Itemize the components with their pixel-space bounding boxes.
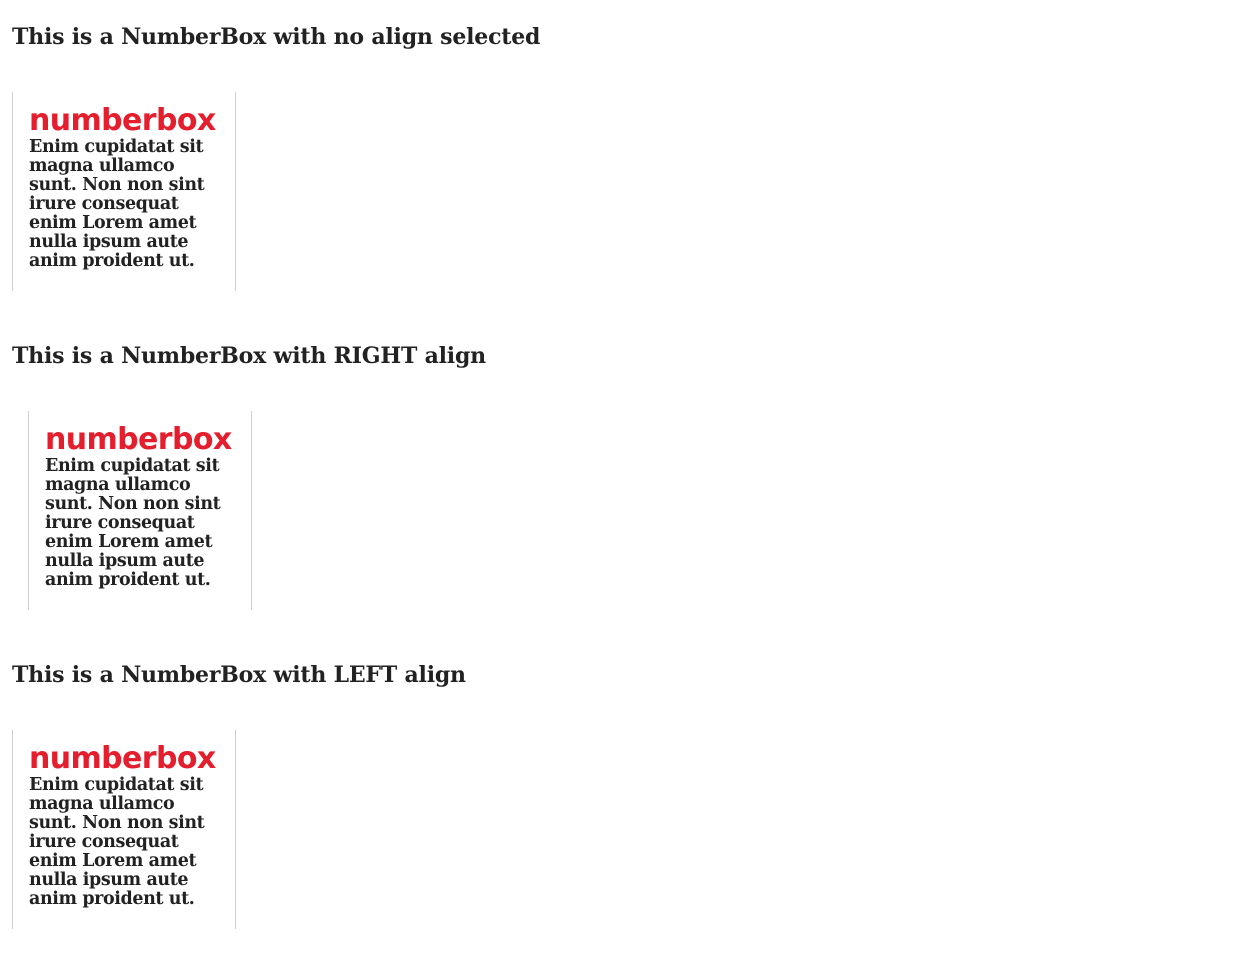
numberbox-body: Enim cupidatat sit magna ullamco sunt. N… [29, 137, 205, 271]
numberbox-right-align: numberbox Enim cupidatat sit magna ullam… [28, 411, 252, 610]
section-heading-left-align: This is a NumberBox with LEFT align [12, 662, 466, 688]
numberbox-title: numberbox [29, 103, 216, 138]
numberbox-title: numberbox [29, 741, 216, 776]
numberbox-left-align: numberbox Enim cupidatat sit magna ullam… [12, 730, 236, 929]
numberbox-body: Enim cupidatat sit magna ullamco sunt. N… [45, 456, 221, 590]
section-heading-no-align: This is a NumberBox with no align select… [12, 24, 541, 50]
numberbox-body: Enim cupidatat sit magna ullamco sunt. N… [29, 775, 205, 909]
numberbox-no-align: numberbox Enim cupidatat sit magna ullam… [12, 92, 236, 291]
numberbox-title: numberbox [45, 422, 232, 457]
section-heading-right-align: This is a NumberBox with RIGHT align [12, 343, 486, 369]
